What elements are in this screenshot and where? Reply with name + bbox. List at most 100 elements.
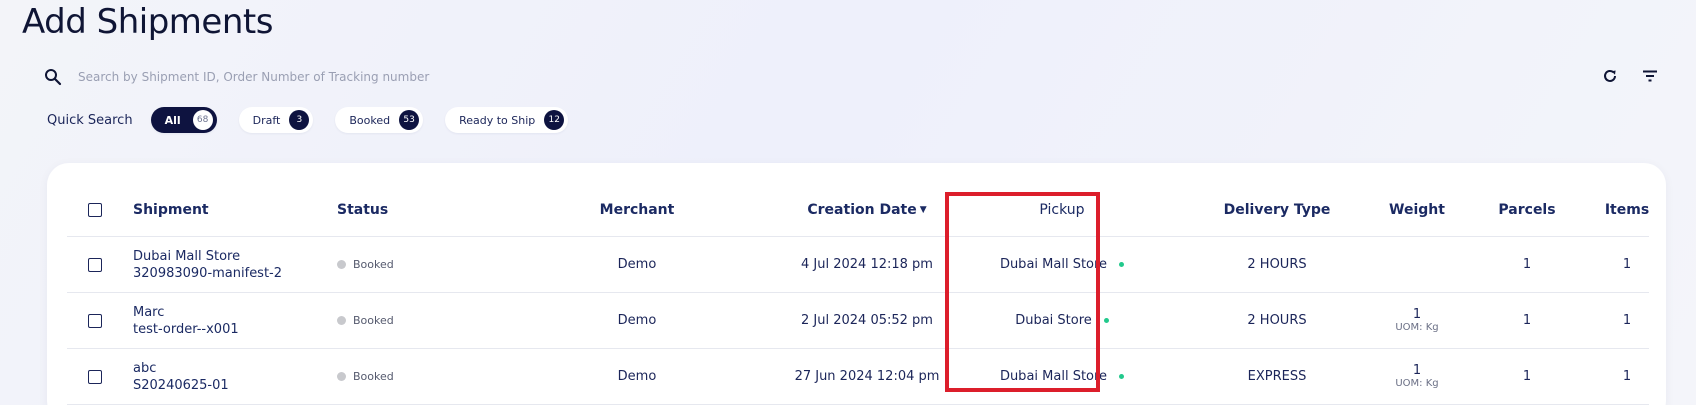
header-parcels[interactable]: Parcels [1487, 183, 1567, 236]
shipments-table: Shipment Status Merchant Creation Date ▼… [67, 183, 1649, 405]
shipment-cell: abc S20240625-01 [133, 349, 323, 404]
weight-cell [1367, 237, 1467, 292]
weight-value: 1 [1412, 307, 1422, 322]
header-pickup[interactable]: Pickup [977, 183, 1147, 236]
parcels-cell: 1 [1522, 257, 1532, 272]
pickup-cell: Dubai Mall Store [977, 349, 1147, 404]
shipment-cell: Marc test-order--x001 [133, 293, 323, 348]
chip-draft[interactable]: Draft 3 [238, 107, 314, 133]
row-checkbox[interactable] [88, 313, 102, 328]
weight-value: 1 [1412, 363, 1422, 378]
row-checkbox-cell [85, 293, 105, 348]
active-dot-icon [1119, 262, 1125, 267]
header-merchant[interactable]: Merchant [577, 183, 697, 236]
weight-uom: UOM: Kg [1395, 322, 1439, 333]
delivery-type-cell: EXPRESS [1247, 369, 1307, 384]
search-input[interactable] [78, 70, 978, 84]
row-checkbox[interactable] [88, 257, 102, 272]
shipments-card: Shipment Status Merchant Creation Date ▼… [47, 163, 1666, 405]
chip-label: All [164, 113, 181, 127]
row-checkbox-cell [85, 237, 105, 292]
status-text: Booked [353, 370, 394, 383]
pickup-wrap: Dubai Store [1015, 313, 1109, 328]
status-cell: Booked [337, 293, 497, 348]
shipment-name: Dubai Mall Store [133, 248, 241, 264]
pickup-name: Dubai Mall Store [999, 257, 1108, 272]
active-dot-icon [1103, 318, 1109, 323]
status-text: Booked [353, 314, 394, 327]
merchant-cell: Demo [617, 257, 657, 272]
chip-all[interactable]: All 68 [150, 107, 217, 133]
chip-label: Draft [252, 113, 281, 127]
creation-date-cell: 4 Jul 2024 12:18 pm [801, 257, 933, 272]
parcels-cell: 1 [1522, 369, 1532, 384]
row-checkbox-cell [85, 349, 105, 404]
chip-count: 53 [399, 110, 420, 130]
filter-icon[interactable] [1640, 66, 1660, 86]
quick-search: Quick Search All 68 Draft 3 Booked 53 Re… [47, 107, 590, 133]
header-items[interactable]: Items [1587, 183, 1667, 236]
chip-ready-to-ship[interactable]: Ready to Ship 12 [445, 107, 569, 133]
header-creation-date-label: Creation Date [807, 201, 917, 218]
shipment-id[interactable]: 320983090-manifest-2 [133, 265, 282, 282]
table-row[interactable]: abc S20240625-01 Booked Demo 27 Jun 2024… [67, 349, 1649, 405]
search-icon [44, 68, 62, 86]
shipment-id[interactable]: S20240625-01 [133, 377, 229, 394]
header-delivery-type[interactable]: Delivery Type [1177, 183, 1377, 236]
shipment-name: Marc [133, 304, 165, 320]
creation-date-cell: 2 Jul 2024 05:52 pm [801, 313, 933, 328]
pickup-wrap: Dubai Mall Store [999, 369, 1125, 384]
items-cell: 1 [1622, 313, 1632, 328]
weight-cell: 1 UOM: Kg [1367, 349, 1467, 404]
status-text: Booked [353, 258, 394, 271]
status-badge: Booked [337, 370, 394, 383]
select-all-checkbox[interactable] [88, 202, 102, 217]
status-dot-icon [337, 372, 346, 381]
table-row[interactable]: Dubai Mall Store 320983090-manifest-2 Bo… [67, 237, 1649, 293]
chip-count: 3 [289, 110, 310, 130]
table-header: Shipment Status Merchant Creation Date ▼… [67, 183, 1649, 237]
refresh-icon[interactable] [1600, 66, 1620, 86]
header-creation-date[interactable]: Creation Date ▼ [757, 183, 977, 236]
table-row[interactable]: Marc test-order--x001 Booked Demo 2 Jul … [67, 293, 1649, 349]
pickup-name: Dubai Mall Store [999, 369, 1108, 384]
items-cell: 1 [1622, 369, 1632, 384]
header-checkbox-cell [85, 183, 105, 236]
chip-count: 12 [544, 110, 565, 130]
items-cell: 1 [1622, 257, 1632, 272]
shipment-id[interactable]: test-order--x001 [133, 321, 239, 338]
status-dot-icon [337, 260, 346, 269]
chip-count: 68 [192, 110, 213, 130]
search-bar [44, 64, 1664, 90]
chip-label: Booked [349, 113, 391, 127]
status-badge: Booked [337, 258, 394, 271]
header-weight[interactable]: Weight [1367, 183, 1467, 236]
merchant-cell: Demo [617, 313, 657, 328]
pickup-name: Dubai Store [1015, 313, 1092, 328]
parcels-cell: 1 [1522, 313, 1532, 328]
row-checkbox[interactable] [88, 369, 102, 384]
status-dot-icon [337, 316, 346, 325]
status-badge: Booked [337, 314, 394, 327]
creation-date-cell: 27 Jun 2024 12:04 pm [794, 369, 940, 384]
status-cell: Booked [337, 237, 497, 292]
delivery-type-cell: 2 HOURS [1247, 257, 1307, 272]
status-cell: Booked [337, 349, 497, 404]
page-title: Add Shipments [22, 2, 273, 42]
merchant-cell: Demo [617, 369, 657, 384]
weight-uom: UOM: Kg [1395, 378, 1439, 389]
shipment-name: abc [133, 360, 157, 376]
quick-search-label: Quick Search [47, 112, 133, 128]
creation-date-header-wrap: Creation Date ▼ [807, 202, 926, 218]
active-dot-icon [1119, 374, 1125, 379]
pickup-cell: Dubai Mall Store [977, 237, 1147, 292]
weight-cell: 1 UOM: Kg [1367, 293, 1467, 348]
header-status[interactable]: Status [337, 183, 497, 236]
chip-label: Ready to Ship [459, 113, 536, 127]
sort-caret-icon: ▼ [919, 204, 927, 215]
chip-booked[interactable]: Booked 53 [335, 107, 424, 133]
shipment-cell: Dubai Mall Store 320983090-manifest-2 [133, 237, 323, 292]
delivery-type-cell: 2 HOURS [1247, 313, 1307, 328]
header-shipment[interactable]: Shipment [133, 183, 323, 236]
pickup-cell: Dubai Store [977, 293, 1147, 348]
